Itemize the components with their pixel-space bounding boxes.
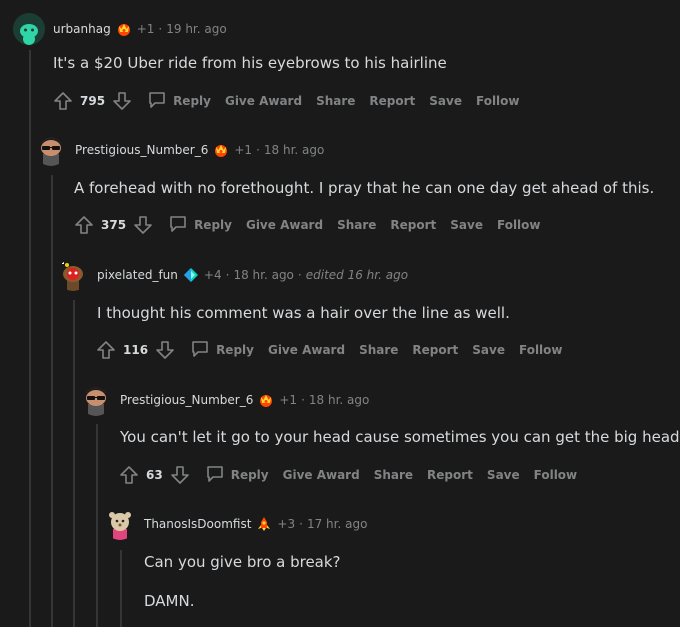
username[interactable]: ThanosIsDoomfist xyxy=(144,517,251,531)
give-award-button[interactable]: Give Award xyxy=(283,468,360,482)
comment-bubble-icon xyxy=(147,89,167,112)
thread-line[interactable] xyxy=(73,300,75,627)
downvote-icon[interactable] xyxy=(111,90,133,112)
rocket-badge-icon xyxy=(256,516,272,532)
separator: · xyxy=(256,143,260,157)
vote-score: 63 xyxy=(146,467,163,482)
thread-line[interactable] xyxy=(51,175,53,627)
save-button[interactable]: Save xyxy=(487,468,520,482)
avatar[interactable] xyxy=(80,384,112,416)
comment-body: I thought his comment was a hair over th… xyxy=(97,304,510,322)
share-button[interactable]: Share xyxy=(359,343,398,357)
diamond-icon xyxy=(183,267,199,283)
timestamp[interactable]: 18 hr. ago xyxy=(233,268,293,282)
report-button[interactable]: Report xyxy=(412,343,458,357)
thread-line[interactable] xyxy=(120,550,122,627)
karma-count: +4 xyxy=(203,268,222,282)
comment-bubble-icon xyxy=(205,463,225,486)
timestamp[interactable]: 18 hr. ago xyxy=(309,393,369,407)
follow-button[interactable]: Follow xyxy=(476,94,520,108)
report-button[interactable]: Report xyxy=(369,94,415,108)
share-button[interactable]: Share xyxy=(374,468,413,482)
crown-badge-icon xyxy=(116,21,132,37)
timestamp[interactable]: 19 hr. ago xyxy=(166,22,226,36)
karma-count: +1 xyxy=(136,22,155,36)
reply-button[interactable]: Reply xyxy=(147,89,211,112)
downvote-icon[interactable] xyxy=(169,464,191,486)
reply-button[interactable]: Reply xyxy=(190,338,254,361)
report-button[interactable]: Report xyxy=(427,468,473,482)
save-button[interactable]: Save xyxy=(450,218,483,232)
username[interactable]: Prestigious_Number_6 xyxy=(120,393,253,407)
crown-badge-icon xyxy=(213,142,229,158)
vote-score: 795 xyxy=(80,93,106,108)
thread-line[interactable] xyxy=(29,50,31,627)
comment-body-paragraph: DAMN. xyxy=(144,592,195,610)
upvote-icon[interactable] xyxy=(95,339,117,361)
downvote-icon[interactable] xyxy=(154,339,176,361)
upvote-icon[interactable] xyxy=(118,464,140,486)
username[interactable]: Prestigious_Number_6 xyxy=(75,143,208,157)
karma-count: +1 xyxy=(279,393,298,407)
vote-score: 375 xyxy=(101,217,127,232)
teal-snoo-avatar-icon xyxy=(13,13,45,45)
comment-body: It's a $20 Uber ride from his eyebrows t… xyxy=(53,54,447,72)
separator: · xyxy=(158,22,163,36)
comment-body-paragraph: Can you give bro a break? xyxy=(144,553,341,571)
give-award-button[interactable]: Give Award xyxy=(246,218,323,232)
avatar[interactable] xyxy=(13,13,45,45)
timestamp[interactable]: 18 hr. ago xyxy=(264,143,324,157)
avatar[interactable] xyxy=(35,134,67,166)
comment-body: You can't let it go to your head cause s… xyxy=(120,428,680,446)
give-award-button[interactable]: Give Award xyxy=(225,94,302,108)
separator: · xyxy=(301,393,305,407)
sunglasses-snoo-avatar-icon xyxy=(41,137,61,166)
karma-count: +3 xyxy=(277,517,296,531)
downvote-icon[interactable] xyxy=(132,214,154,236)
crown-badge-icon xyxy=(258,392,274,408)
sunglasses-snoo-avatar-icon xyxy=(86,387,106,416)
share-button[interactable]: Share xyxy=(337,218,376,232)
vote-score: 116 xyxy=(123,342,149,357)
thread-line[interactable] xyxy=(96,424,98,627)
timestamp[interactable]: 17 hr. ago xyxy=(307,517,367,531)
separator: · xyxy=(297,268,302,282)
report-button[interactable]: Report xyxy=(390,218,436,232)
reply-button[interactable]: Reply xyxy=(168,213,232,236)
bear-snoo-avatar-icon xyxy=(109,512,131,540)
upvote-icon[interactable] xyxy=(52,90,74,112)
avatar[interactable] xyxy=(57,259,89,291)
separator: · xyxy=(225,268,230,282)
save-button[interactable]: Save xyxy=(429,94,462,108)
comment-bubble-icon xyxy=(168,213,188,236)
comment-bubble-icon xyxy=(190,338,210,361)
avatar[interactable] xyxy=(104,508,136,540)
separator: · xyxy=(299,517,303,531)
share-button[interactable]: Share xyxy=(316,94,355,108)
give-award-button[interactable]: Give Award xyxy=(268,343,345,357)
follow-button[interactable]: Follow xyxy=(519,343,563,357)
follow-button[interactable]: Follow xyxy=(497,218,541,232)
reply-button[interactable]: Reply xyxy=(205,463,269,486)
follow-button[interactable]: Follow xyxy=(534,468,578,482)
username[interactable]: urbanhag xyxy=(53,22,111,36)
karma-count: +1 xyxy=(234,143,253,157)
edited-label: edited 16 hr. ago xyxy=(305,268,409,282)
upvote-icon[interactable] xyxy=(73,214,95,236)
username[interactable]: pixelated_fun xyxy=(97,268,178,282)
comment-body: A forehead with no forethought. I pray t… xyxy=(74,179,655,197)
save-button[interactable]: Save xyxy=(472,343,505,357)
red-mask-snoo-avatar-icon xyxy=(62,262,83,291)
